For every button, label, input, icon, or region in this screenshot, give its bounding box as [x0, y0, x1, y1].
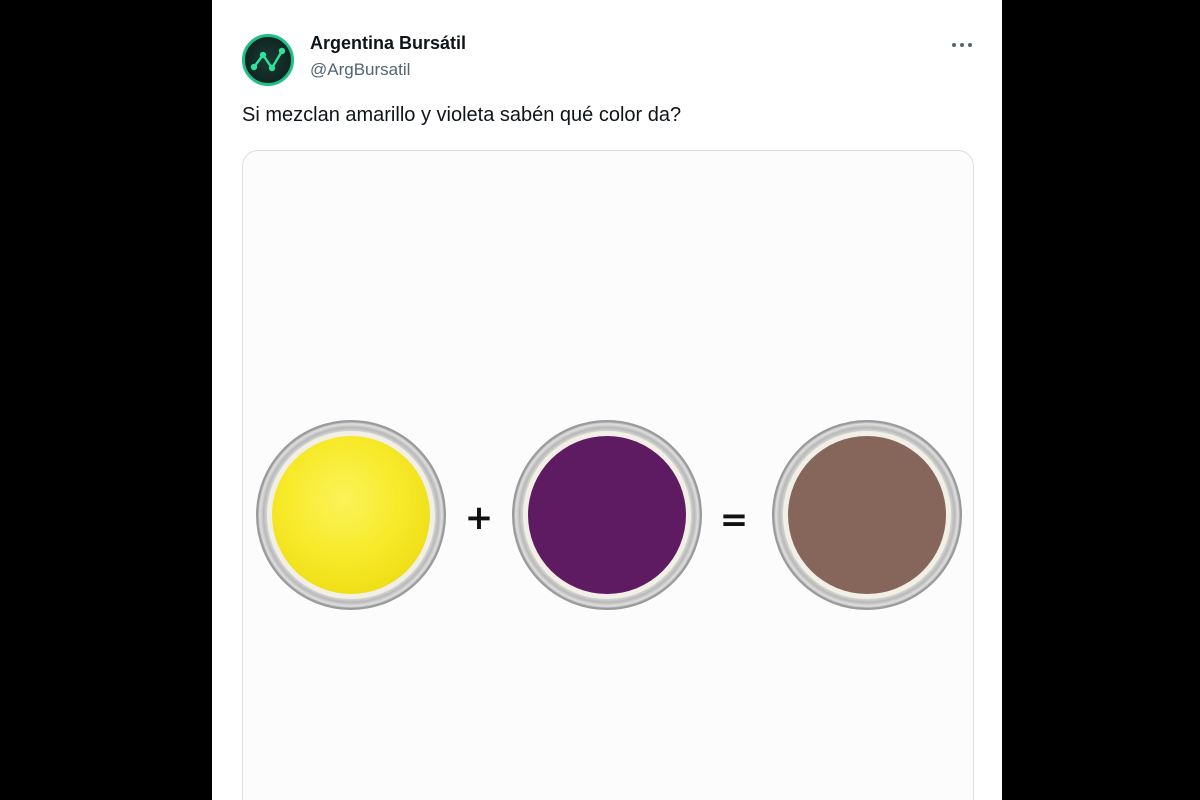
author-handle[interactable]: @ArgBursatil	[310, 60, 410, 80]
equals-sign: =	[720, 500, 749, 540]
violet-paint-can	[512, 420, 702, 610]
color-mix-illustration: + =	[256, 420, 962, 610]
yellow-paint-can	[256, 420, 446, 610]
screen: Argentina Bursátil @ArgBursatil Si mezcl…	[0, 0, 1200, 800]
brown-paint-can	[772, 420, 962, 610]
tweet-media-image[interactable]: + =	[242, 150, 974, 800]
author-name[interactable]: Argentina Bursátil	[310, 33, 466, 54]
tweet-text: Si mezclan amarillo y violeta sabén qué …	[242, 104, 682, 126]
more-options-button[interactable]	[944, 30, 980, 60]
plus-sign: +	[465, 498, 494, 538]
avatar[interactable]	[242, 34, 294, 86]
more-horizontal-icon	[952, 43, 956, 47]
tweet-card[interactable]: Argentina Bursátil @ArgBursatil Si mezcl…	[212, 0, 1002, 800]
chart-line-icon	[250, 47, 286, 72]
